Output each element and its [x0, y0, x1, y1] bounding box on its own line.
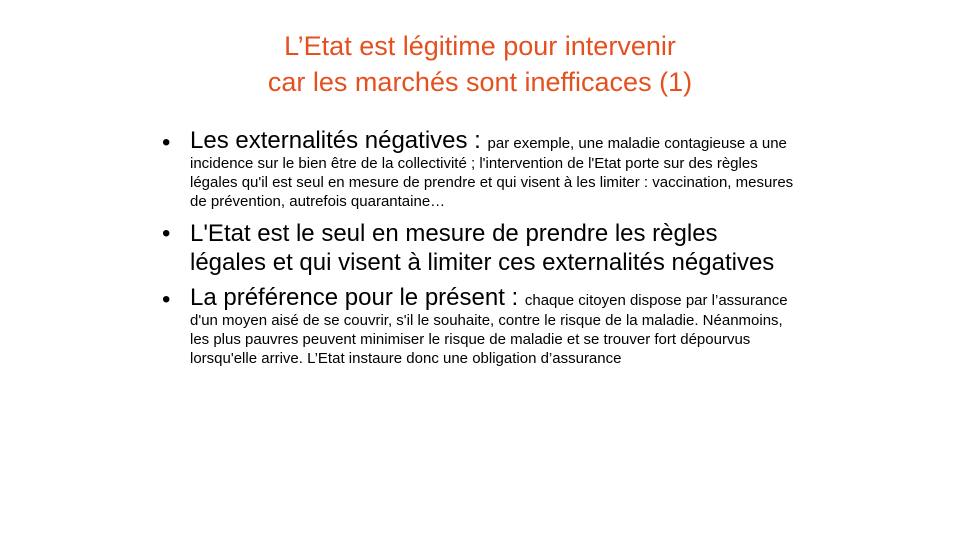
bullet-lead: Les externalités négatives :	[190, 127, 488, 154]
slide-title-line-1: L’Etat est légitime pour intervenir	[284, 31, 676, 61]
bullet-dot-icon: •	[162, 286, 171, 313]
slide-title-line-2: car les marchés sont inefficaces (1)	[267, 67, 693, 97]
bullet-list: • Les externalités négatives : par exemp…	[160, 128, 800, 376]
bullet-dot-icon: •	[162, 220, 171, 247]
bullet-lead: L'Etat est le seul en mesure de prendre …	[190, 220, 775, 276]
bullet-lead: La préférence pour le présent :	[190, 284, 525, 311]
bullet-present-preference: • La préférence pour le présent : chaque…	[160, 285, 800, 368]
bullet-dot-icon: •	[162, 129, 171, 156]
bullet-externalities: • Les externalités négatives : par exemp…	[160, 128, 800, 211]
slide-title: L’Etat est légitime pour intervenir car …	[120, 28, 840, 100]
bullet-state-rules: • L'Etat est le seul en mesure de prendr…	[160, 219, 800, 277]
